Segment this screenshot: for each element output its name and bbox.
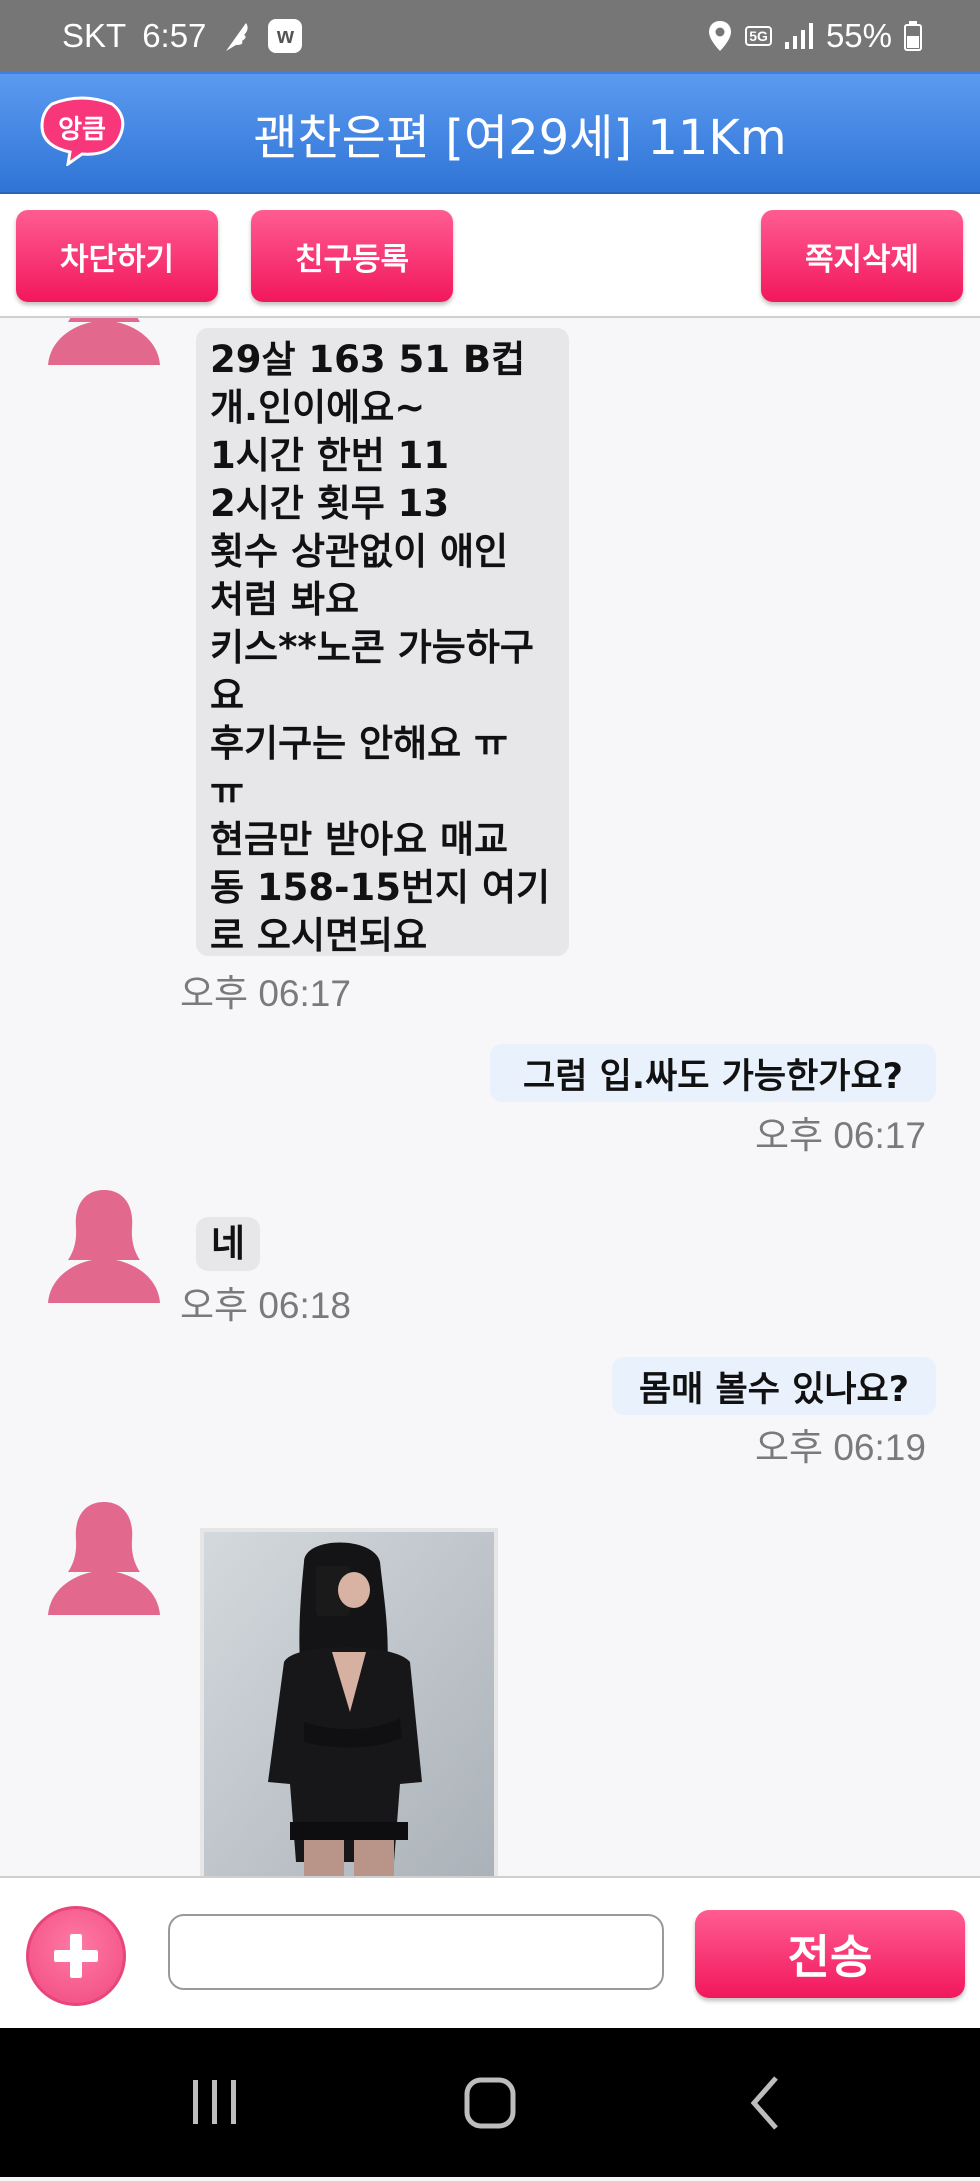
message-line: 요: [210, 674, 245, 717]
incoming-message-bubble: 네: [196, 1217, 260, 1271]
w-app-icon: w: [268, 19, 303, 53]
system-nav-bar: [0, 2028, 980, 2177]
battery-icon: [904, 21, 922, 51]
home-icon[interactable]: [464, 2077, 516, 2129]
attach-plus-button[interactable]: [26, 1906, 126, 2006]
message-timestamp: 오후 06:17: [180, 973, 351, 1014]
sender-avatar: [44, 1500, 164, 1615]
feather-icon: [222, 19, 252, 53]
sender-avatar: [44, 1188, 164, 1303]
delete-message-button[interactable]: 쪽지삭제: [761, 210, 963, 302]
send-button[interactable]: 전송: [695, 1910, 965, 1998]
sender-avatar: [44, 318, 164, 365]
status-left: SKT 6:57 w: [62, 0, 303, 72]
photo-attachment[interactable]: [200, 1528, 498, 1876]
battery-percent: 55%: [825, 17, 892, 54]
carrier-label: SKT: [62, 17, 127, 54]
outgoing-message-bubble: 그럼 입.싸도 가능한가요?: [490, 1044, 936, 1102]
chat-partner-title: 괜찬은편 [여29세] 11Km: [253, 110, 787, 166]
message-line: 현금만 받아요 매교: [210, 818, 509, 861]
message-line: ㅠ: [210, 770, 245, 813]
add-friend-button[interactable]: 친구등록: [251, 210, 453, 302]
chat-header: 앙큼 괜찬은편 [여29세] 11Km: [0, 72, 980, 194]
message-input[interactable]: [168, 1914, 664, 1990]
network-type-icon: 5G: [745, 26, 772, 46]
message-line: 2시간 횟무 13: [210, 482, 450, 525]
status-right: 5G 55%: [707, 0, 922, 72]
outgoing-message-bubble: 몸매 볼수 있나요?: [612, 1357, 936, 1415]
message-line: 처럼 봐요: [210, 578, 360, 621]
message-line: 키스**노콘 가능하구: [210, 626, 534, 669]
message-composer: 전송: [0, 1876, 980, 2028]
block-button[interactable]: 차단하기: [16, 210, 218, 302]
action-bar: 차단하기 친구등록 쪽지삭제: [0, 194, 980, 318]
message-line: 1시간 한번 11: [210, 434, 450, 477]
message-line: 로 오시면되요: [210, 914, 428, 957]
message-timestamp: 오후 06:17: [755, 1115, 926, 1156]
chat-thread[interactable]: 29살 163 51 B컵 개.인이에요~ 1시간 한번 11 2시간 횟무 1…: [0, 318, 980, 1876]
signal-icon: [784, 22, 814, 50]
message-line: 동 158-15번지 여기: [210, 866, 551, 909]
location-icon: [707, 20, 733, 52]
message-timestamp: 오후 06:18: [180, 1285, 351, 1326]
recent-apps-icon[interactable]: [193, 2080, 236, 2124]
message-line: 후기구는 안해요 ㅠ: [210, 722, 509, 765]
message-line: 개.인이에요~: [210, 386, 426, 429]
clock: 6:57: [142, 17, 207, 54]
plus-icon: [54, 1934, 98, 1978]
back-icon[interactable]: [750, 2076, 778, 2130]
incoming-message-bubble: 29살 163 51 B컵 개.인이에요~ 1시간 한번 11 2시간 횟무 1…: [196, 328, 569, 957]
message-line: 횟수 상관없이 애인: [210, 530, 509, 573]
message-timestamp: 오후 06:19: [755, 1427, 926, 1468]
message-line: 29살 163 51 B컵: [210, 338, 526, 381]
status-bar: SKT 6:57 w 5G 55%: [0, 0, 980, 72]
